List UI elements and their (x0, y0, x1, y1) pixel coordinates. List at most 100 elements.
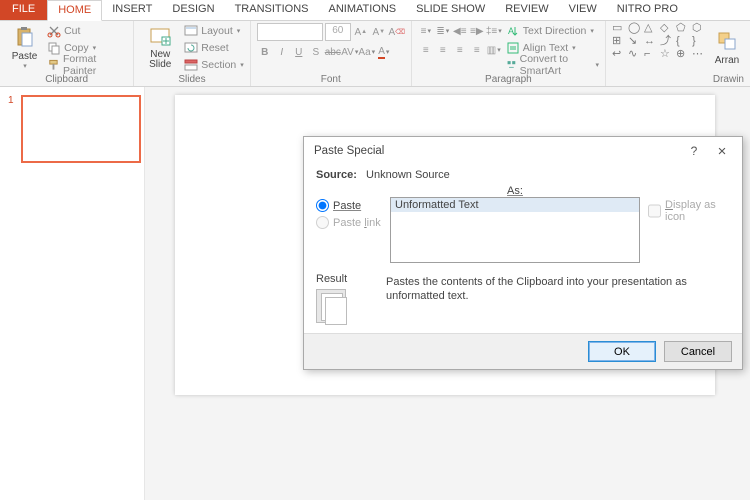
arrange-label: Arran (715, 55, 739, 66)
underline-button[interactable]: U (291, 44, 307, 60)
slide-thumbnail-1[interactable] (21, 95, 141, 163)
paste-radio[interactable]: Paste (316, 199, 390, 212)
shadow-button[interactable]: S (308, 44, 324, 60)
paste-link-radio-input (316, 216, 329, 229)
tab-review[interactable]: REVIEW (495, 0, 558, 20)
numbering-button[interactable]: ≣▾ (435, 23, 451, 39)
group-label-clipboard: Clipboard (6, 74, 127, 86)
as-listbox[interactable]: Unformatted Text (390, 197, 640, 263)
cut-button[interactable]: Cut (47, 23, 127, 39)
layout-button[interactable]: Layout▾ (184, 23, 244, 39)
thumb-number: 1 (8, 95, 14, 106)
menu-tabs: FILE HOME INSERT DESIGN TRANSITIONS ANIM… (0, 0, 750, 21)
smartart-icon (506, 58, 517, 72)
font-color-button[interactable]: A▾ (376, 44, 392, 60)
ribbon: Paste▾ Cut Copy▾ Format Painter Clipboar… (0, 21, 750, 87)
display-as-icon-input (648, 199, 661, 223)
new-slide-icon (148, 24, 172, 48)
bullets-button[interactable]: ≡▾ (418, 23, 434, 39)
group-clipboard: Paste▾ Cut Copy▾ Format Painter Clipboar… (0, 21, 134, 86)
section-label: Section (201, 59, 236, 71)
layout-label: Layout (201, 25, 233, 37)
reset-label: Reset (201, 42, 228, 54)
decrease-font-button[interactable]: A▼ (371, 24, 387, 40)
source-row: Source: Unknown Source (316, 169, 730, 181)
close-button[interactable]: × (708, 143, 736, 160)
dropdown-icon: ▾ (23, 62, 27, 70)
tab-slideshow[interactable]: SLIDE SHOW (406, 0, 495, 20)
group-drawing: ▭◯△◇⬠⬡ ⊞↘↔⤴{} ↩∿⌐☆⊕⋯ Arran Drawin (606, 21, 750, 86)
paste-link-radio-label: Paste link (333, 217, 381, 229)
align-right-button[interactable]: ≡ (452, 42, 468, 58)
font-size-input[interactable]: 60 (325, 23, 351, 41)
tab-home[interactable]: HOME (47, 0, 102, 21)
columns-button[interactable]: ▥▾ (486, 42, 502, 58)
text-direction-label: Text Direction (523, 25, 587, 37)
group-label-font: Font (257, 74, 405, 86)
display-as-icon-checkbox: Display as icon (648, 199, 730, 223)
paste-icon (13, 25, 37, 49)
cut-label: Cut (64, 25, 80, 37)
italic-button[interactable]: I (274, 44, 290, 60)
text-direction-icon: A (506, 24, 520, 38)
copy-icon (47, 41, 61, 55)
align-center-button[interactable]: ≡ (435, 42, 451, 58)
strikethrough-button[interactable]: abc (325, 44, 341, 60)
source-label: Source: (316, 169, 357, 181)
paste-radio-label: Paste (333, 200, 361, 212)
arrange-button[interactable]: Arran (710, 23, 744, 71)
as-list-item[interactable]: Unformatted Text (391, 198, 639, 212)
ok-button[interactable]: OK (588, 341, 656, 362)
source-value: Unknown Source (366, 169, 450, 181)
tab-view[interactable]: VIEW (559, 0, 607, 20)
cancel-button[interactable]: Cancel (664, 341, 732, 362)
paste-radio-input[interactable] (316, 199, 329, 212)
dialog-title: Paste Special (314, 145, 680, 157)
group-paragraph: ≡▾ ≣▾ ◀≡ ≡▶ ‡≡▾ ≡ ≡ ≡ ≡ ▥▾ A Text Direct (412, 21, 606, 86)
group-label-paragraph: Paragraph (418, 74, 599, 86)
tab-nitropro[interactable]: NITRO PRO (607, 0, 688, 20)
tab-design[interactable]: DESIGN (162, 0, 224, 20)
display-as-icon-label: Display as icon (665, 199, 730, 223)
reset-icon (184, 41, 198, 55)
decrease-indent-button[interactable]: ◀≡ (452, 23, 468, 39)
new-slide-button[interactable]: New Slide (140, 23, 180, 71)
format-painter-button[interactable]: Format Painter (47, 57, 127, 73)
svg-text:A: A (508, 26, 514, 36)
reset-button[interactable]: Reset (184, 40, 244, 56)
tab-file[interactable]: FILE (0, 0, 47, 20)
section-button[interactable]: Section▾ (184, 57, 244, 73)
arrange-icon (715, 29, 739, 53)
justify-button[interactable]: ≡ (469, 42, 485, 58)
increase-font-button[interactable]: A▲ (353, 24, 369, 40)
dialog-titlebar[interactable]: Paste Special ? × (304, 137, 742, 165)
layout-icon (184, 24, 198, 38)
char-spacing-button[interactable]: AV▾ (342, 44, 358, 60)
result-label: Result (316, 273, 372, 285)
group-label-drawing: Drawin (612, 74, 744, 86)
convert-smartart-button[interactable]: Convert to SmartArt▾ (506, 57, 599, 73)
align-left-button[interactable]: ≡ (418, 42, 434, 58)
help-button[interactable]: ? (680, 144, 708, 158)
clear-formatting-button[interactable]: A⌫ (389, 24, 405, 40)
paste-label: Paste (12, 51, 38, 62)
group-slides: New Slide Layout▾ Reset Section▾ Slides (134, 21, 251, 86)
group-label-slides: Slides (140, 74, 244, 86)
tab-transitions[interactable]: TRANSITIONS (225, 0, 319, 20)
bold-button[interactable]: B (257, 44, 273, 60)
result-icon (316, 289, 346, 323)
new-slide-label: New Slide (149, 50, 171, 70)
cut-icon (47, 24, 61, 38)
change-case-button[interactable]: Aa▾ (359, 44, 375, 60)
increase-indent-button[interactable]: ≡▶ (469, 23, 485, 39)
tab-insert[interactable]: INSERT (102, 0, 162, 20)
tab-animations[interactable]: ANIMATIONS (319, 0, 407, 20)
text-direction-button[interactable]: A Text Direction▾ (506, 23, 599, 39)
shapes-gallery[interactable]: ▭◯△◇⬠⬡ ⊞↘↔⤴{} ↩∿⌐☆⊕⋯ (612, 23, 706, 60)
group-font: 60 A▲ A▼ A⌫ B I U S abc AV▾ Aa▾ A▾ Font (251, 21, 412, 86)
font-family-input[interactable] (257, 23, 323, 41)
line-spacing-button[interactable]: ‡≡▾ (486, 23, 502, 39)
slide-thumbnail-panel[interactable]: 1 (0, 87, 145, 500)
paste-button[interactable]: Paste▾ (6, 23, 43, 71)
paste-special-dialog: Paste Special ? × Source: Unknown Source… (303, 136, 743, 370)
